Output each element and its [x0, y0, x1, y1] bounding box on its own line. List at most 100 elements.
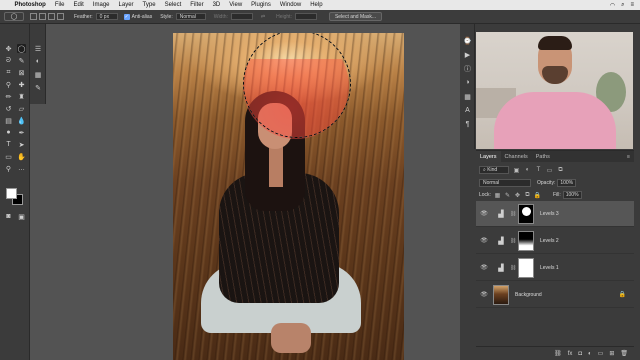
filter-type-icon[interactable]: T	[535, 167, 542, 174]
move-icon[interactable]: ✥	[4, 44, 13, 53]
new-selection-icon[interactable]	[30, 13, 37, 20]
add-selection-icon[interactable]	[39, 13, 46, 20]
filter-adjustment-icon[interactable]: ◐	[524, 167, 531, 174]
select-and-mask-button[interactable]: Select and Mask...	[328, 12, 383, 21]
style-select[interactable]: Normal	[175, 13, 206, 20]
menu-file[interactable]: File	[50, 2, 69, 8]
visibility-eye-icon[interactable]: 👁	[479, 291, 489, 298]
menu-help[interactable]: Help	[306, 2, 327, 8]
blend-mode-select[interactable]: Normal	[479, 179, 531, 187]
quick-select-icon[interactable]: ✎	[17, 56, 26, 65]
lock-transparent-icon[interactable]: ▦	[494, 192, 501, 199]
eraser-icon[interactable]: ▱	[17, 104, 26, 113]
antialias-checkbox[interactable]: ✓	[123, 13, 130, 20]
height-input[interactable]	[294, 13, 317, 20]
crop-icon[interactable]: ⌗	[4, 68, 13, 77]
zoom-icon[interactable]: ⚲	[4, 164, 13, 173]
new-group-icon[interactable]: ▭	[598, 350, 604, 357]
tab-paths[interactable]: Paths	[532, 151, 554, 162]
visibility-eye-icon[interactable]: 👁	[479, 264, 489, 271]
fx-icon[interactable]: fx	[568, 351, 573, 357]
tab-channels[interactable]: Channels	[501, 151, 532, 162]
link-icon[interactable]: ⛓	[510, 211, 516, 217]
document-canvas[interactable]	[173, 33, 404, 360]
screen-mode-icon[interactable]: ▣	[17, 212, 26, 221]
feather-input[interactable]: 0 px	[95, 13, 118, 20]
brush-icon[interactable]: ✏	[4, 92, 13, 101]
more-icon[interactable]: …	[17, 164, 26, 173]
layer-mask-thumbnail[interactable]	[518, 230, 534, 251]
properties-icon[interactable]: ☰	[33, 44, 43, 53]
filter-pixel-icon[interactable]: ▣	[513, 167, 520, 174]
rectangle-icon[interactable]: ▭	[4, 152, 13, 161]
gradient-icon[interactable]: ▤	[4, 116, 13, 125]
history-brush-icon[interactable]: ↺	[4, 104, 13, 113]
filter-shape-icon[interactable]: ▭	[546, 167, 553, 174]
history-icon[interactable]: ⌚	[462, 36, 473, 45]
lock-position-icon[interactable]: ✥	[514, 192, 521, 199]
lock-pixels-icon[interactable]: ✎	[504, 192, 511, 199]
frame-icon[interactable]: ⊠	[17, 68, 26, 77]
link-icon[interactable]: ⛓	[510, 265, 516, 271]
menu-select[interactable]: Select	[160, 2, 186, 8]
menu-type[interactable]: Type	[138, 2, 160, 8]
visibility-eye-icon[interactable]: 👁	[479, 210, 489, 217]
menu-plugins[interactable]: Plugins	[247, 2, 276, 8]
pen-icon[interactable]: ✒	[17, 128, 26, 137]
path-select-icon[interactable]: ➤	[17, 140, 26, 149]
foreground-color-swatch[interactable]	[6, 188, 17, 199]
actions-icon[interactable]: ▶	[462, 50, 473, 59]
stamp-icon[interactable]: ♜	[17, 92, 26, 101]
search-icon[interactable]: ⌕	[621, 2, 624, 9]
layer-row[interactable]: 👁 ▟ ⛓ Levels 3	[476, 201, 634, 227]
fill-input[interactable]: 100%	[562, 191, 582, 199]
lasso-icon[interactable]: ᘐ	[4, 56, 13, 65]
link-icon[interactable]: ⛓	[510, 238, 516, 244]
type-icon[interactable]: T	[4, 140, 13, 149]
filter-kind-select[interactable]: ⌕ Kind	[479, 166, 509, 174]
tab-layers[interactable]: Layers	[476, 151, 501, 162]
control-center-icon[interactable]: ≡	[630, 2, 634, 9]
visibility-eye-icon[interactable]: 👁	[479, 237, 489, 244]
menu-window[interactable]: Window	[275, 2, 305, 8]
swatches-icon[interactable]: ▦	[462, 92, 473, 101]
swap-icon[interactable]: ⇄	[261, 14, 265, 20]
link-layers-icon[interactable]: ⛓	[554, 350, 562, 357]
menu-filter[interactable]: Filter	[186, 2, 208, 8]
delete-layer-icon[interactable]: 🗑	[620, 350, 628, 357]
dodge-icon[interactable]: ●	[4, 128, 13, 137]
opacity-input[interactable]: 100%	[557, 179, 577, 187]
quick-mask-icon[interactable]: ◙	[4, 212, 13, 221]
lock-all-icon[interactable]: 🔒	[534, 192, 541, 199]
lock-icon[interactable]: 🔒	[619, 291, 626, 298]
background-thumbnail[interactable]	[493, 284, 509, 305]
libraries-icon[interactable]: ▦	[33, 70, 43, 79]
menu-view[interactable]: View	[225, 2, 247, 8]
color-icon[interactable]: ◑	[462, 78, 473, 87]
layer-row[interactable]: 👁 ▟ ⛓ Levels 2	[476, 228, 634, 254]
layer-row[interactable]: 👁 Background 🔒	[476, 282, 634, 308]
blur-icon[interactable]: 💧	[17, 116, 26, 125]
menu-edit[interactable]: Edit	[69, 2, 88, 8]
info-icon[interactable]: ⓘ	[462, 64, 473, 73]
menu-3d[interactable]: 3D	[208, 2, 225, 8]
wifi-icon[interactable]: ◠	[610, 2, 615, 9]
panel-menu-icon[interactable]: ≡	[627, 151, 634, 162]
menu-layer[interactable]: Layer	[114, 2, 138, 8]
new-adjustment-icon[interactable]: ◐	[588, 351, 592, 357]
hand-icon[interactable]: ✋	[17, 152, 26, 161]
intersect-selection-icon[interactable]	[57, 13, 64, 20]
menu-app[interactable]: Photoshop	[10, 2, 50, 8]
menu-image[interactable]: Image	[88, 2, 114, 8]
elliptical-selection[interactable]	[243, 33, 351, 138]
marquee-icon[interactable]: ◯	[17, 44, 26, 53]
lock-artboard-icon[interactable]: ⧉	[524, 192, 531, 199]
filter-smart-icon[interactable]: ⧉	[557, 167, 564, 174]
spot-heal-icon[interactable]: ✚	[17, 80, 26, 89]
width-input[interactable]	[230, 13, 253, 20]
layer-mask-thumbnail[interactable]	[518, 203, 534, 224]
tool-preset-picker[interactable]: ◯	[4, 12, 24, 21]
add-mask-icon[interactable]: ◘	[578, 351, 582, 357]
new-layer-icon[interactable]: ⊞	[609, 350, 614, 357]
eyedropper-icon[interactable]: ⚲	[4, 80, 13, 89]
